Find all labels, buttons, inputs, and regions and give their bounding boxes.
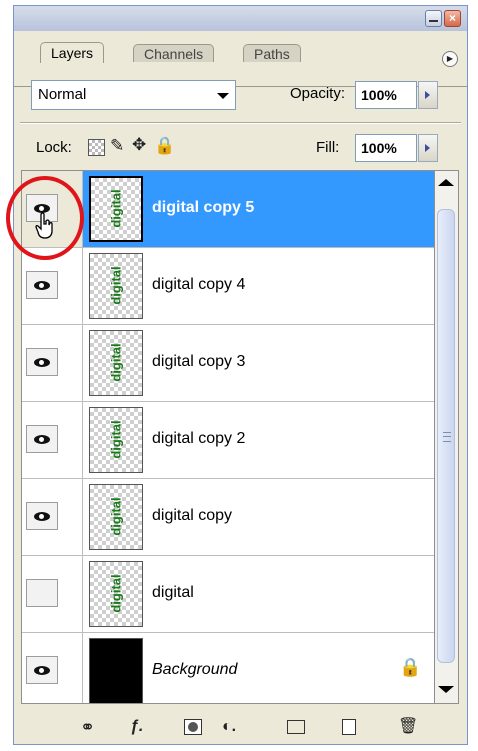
- layer-name[interactable]: digital: [152, 584, 194, 602]
- thumbnail-text: digital: [108, 189, 124, 228]
- opacity-arrow-icon[interactable]: [418, 81, 438, 109]
- move-icon[interactable]: ✥: [132, 136, 146, 154]
- visibility-cell: [22, 402, 83, 478]
- close-icon[interactable]: ×: [444, 10, 461, 27]
- panel-titlebar: ×: [14, 6, 467, 31]
- layers-scrollbar[interactable]: [435, 170, 459, 704]
- blend-mode-value: Normal: [38, 86, 87, 103]
- hand-cursor-icon: [35, 212, 53, 239]
- layer-row[interactable]: digital digital copy 3: [22, 325, 434, 402]
- visibility-cell: [22, 633, 83, 703]
- visibility-cell: [22, 248, 83, 324]
- layer-row[interactable]: digital digital copy 5: [22, 171, 434, 248]
- folder-icon[interactable]: [287, 720, 305, 734]
- layer-name[interactable]: digital copy 4: [152, 276, 245, 294]
- layer-row[interactable]: digital digital copy 4: [22, 248, 434, 325]
- eye-icon: [34, 435, 50, 444]
- layer-thumbnail: [89, 638, 143, 703]
- blend-mode-select[interactable]: Normal: [31, 80, 236, 110]
- new-layer-icon[interactable]: [342, 719, 356, 735]
- lock-transparent-icon[interactable]: [88, 139, 105, 156]
- layer-thumbnail: digital: [89, 253, 143, 319]
- opacity-field[interactable]: 100%: [355, 81, 417, 109]
- visibility-cell: [22, 325, 83, 401]
- grip-icon: [443, 432, 451, 442]
- thumbnail-text: digital: [108, 266, 124, 305]
- brush-icon[interactable]: ✎: [110, 137, 124, 155]
- layers-list: digital digital copy 5 digital digital c…: [21, 170, 435, 704]
- fill-label: Fill:: [316, 139, 340, 156]
- visibility-cell: [22, 479, 83, 555]
- visibility-toggle[interactable]: [26, 656, 58, 684]
- layer-row[interactable]: digital digital copy 2: [22, 402, 434, 479]
- layer-name[interactable]: digital copy 5: [152, 199, 254, 217]
- divider: [20, 123, 461, 124]
- mask-icon[interactable]: [184, 719, 202, 735]
- eye-icon: [34, 281, 50, 290]
- opacity-label: Opacity:: [290, 85, 346, 102]
- fill-arrow-icon[interactable]: [418, 134, 438, 162]
- fill-field[interactable]: 100%: [355, 134, 417, 162]
- layer-row[interactable]: digital digital copy: [22, 479, 434, 556]
- layer-name[interactable]: digital copy 3: [152, 353, 245, 371]
- layers-panel: × Layers Channels Paths ▶ Normal Opacity…: [13, 5, 468, 745]
- visibility-toggle[interactable]: [26, 271, 58, 299]
- layer-thumbnail: digital: [89, 330, 143, 396]
- thumbnail-text: digital: [108, 497, 124, 536]
- fx-icon[interactable]: ƒ.: [130, 717, 143, 737]
- tab-channels[interactable]: Channels: [133, 44, 215, 62]
- adjustment-icon[interactable]: ◐.: [222, 717, 236, 737]
- panel-bottom-toolbar: ⚭ ƒ. ◐. 🗑: [14, 710, 467, 744]
- tab-paths[interactable]: Paths: [243, 44, 301, 62]
- link-icon[interactable]: ⚭: [80, 717, 95, 737]
- visibility-toggle[interactable]: [26, 348, 58, 376]
- layer-name[interactable]: digital copy: [152, 507, 232, 525]
- layer-name[interactable]: Background: [152, 661, 237, 679]
- layer-name[interactable]: digital copy 2: [152, 430, 245, 448]
- visibility-cell: [22, 556, 83, 632]
- scroll-up-icon[interactable]: [438, 179, 454, 186]
- visibility-toggle[interactable]: [26, 502, 58, 530]
- trash-icon[interactable]: 🗑: [398, 717, 418, 737]
- scroll-thumb[interactable]: [437, 209, 455, 663]
- layer-row[interactable]: Background 🔒: [22, 633, 434, 703]
- thumbnail-text: digital: [108, 420, 124, 459]
- eye-icon: [34, 358, 50, 367]
- thumbnail-text: digital: [108, 574, 124, 613]
- scroll-down-icon[interactable]: [438, 686, 454, 693]
- lock-icon[interactable]: 🔒: [154, 137, 175, 155]
- layer-thumbnail: digital: [89, 561, 143, 627]
- lock-icon: 🔒: [399, 657, 422, 677]
- layer-thumbnail: digital: [89, 176, 143, 242]
- panel-menu-icon[interactable]: ▶: [442, 51, 458, 67]
- chevron-down-icon[interactable]: [217, 93, 229, 99]
- visibility-toggle[interactable]: [26, 579, 58, 607]
- thumbnail-text: digital: [108, 343, 124, 382]
- lock-label: Lock:: [36, 139, 72, 156]
- tab-layers[interactable]: Layers: [40, 42, 105, 63]
- panel-tabs: Layers Channels Paths: [14, 31, 467, 87]
- eye-icon: [34, 666, 50, 675]
- layer-row[interactable]: digital digital: [22, 556, 434, 633]
- eye-icon: [34, 512, 50, 521]
- layer-thumbnail: digital: [89, 484, 143, 550]
- layer-thumbnail: digital: [89, 407, 143, 473]
- minimize-icon[interactable]: [425, 10, 442, 27]
- visibility-toggle[interactable]: [26, 425, 58, 453]
